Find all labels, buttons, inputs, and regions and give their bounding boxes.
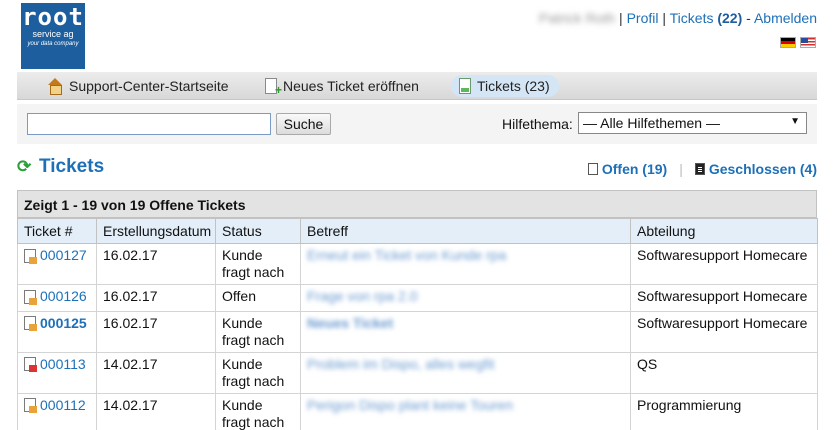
tickets-count: (22) [717,10,743,26]
ticket-alert-icon [24,357,37,372]
search-bar: Suche Hilfethema: — Alle Hilfethemen — ▼ [17,104,817,144]
ticket-department: QS [630,351,818,394]
table-row: 000125 16.02.17 Kunde fragt nach Neues T… [17,310,818,353]
ticket-link[interactable]: 000112 [24,397,86,414]
ticket-subject[interactable]: Neues Ticket [307,315,393,332]
new-ticket-icon [265,78,282,97]
column-header-created-date[interactable]: Erstellungsdatum [96,218,216,244]
ticket-number: 000127 [40,247,87,263]
tab-new-ticket[interactable]: Neues Ticket eröffnen [257,75,428,97]
page-title: Tickets [39,156,105,177]
nav-dash: - [746,10,751,26]
ticket-number: 000126 [40,288,87,304]
ticket-link[interactable]: 000113 [24,356,86,373]
ticket-link[interactable]: 000127 [24,247,87,264]
tickets-table: Zeigt 1 - 19 von 19 Offene Tickets Ticke… [17,190,818,430]
logo-text: root [22,3,84,31]
profile-link[interactable]: Profil [627,10,659,26]
search-button[interactable]: Suche [276,113,331,135]
document-icon [587,163,598,175]
ticket-number: 000125 [40,314,87,331]
ticket-date: 16.02.17 [96,310,216,353]
open-tickets-label: Offen (19) [601,161,668,177]
closed-tickets-label: Geschlossen (4) [708,161,817,177]
user-nav: Patrick Roth | Profil | Tickets (22) - A… [539,10,817,26]
ticket-icon [24,398,37,413]
closed-tickets-link[interactable]: Geschlossen (4) [694,161,817,177]
logo-tagline: your data company [27,41,79,47]
ticket-subject[interactable]: Problem im Dispo, alles wegfit [307,356,495,373]
ticket-date: 16.02.17 [96,284,216,312]
ticket-status-filter: Offen (19) | Geschlossen (4) [587,161,817,177]
refresh-icon[interactable]: ⟳ [17,157,35,177]
tab-label: Support-Center-Startseite [69,78,229,94]
tab-tickets[interactable]: Tickets (23) [451,75,559,97]
column-header-subject[interactable]: Betreff [300,218,631,244]
nav-separator: | [619,10,623,26]
ticket-icon [24,289,37,305]
ticket-status: Kunde fragt nach [215,351,301,394]
ticket-department: Softwaresupport Homecare [630,243,818,285]
tab-label: Neues Ticket eröffnen [283,78,419,94]
column-header-status[interactable]: Status [215,218,301,244]
ticket-department: Softwaresupport Homecare [630,284,818,312]
ticket-link[interactable]: 000126 [24,288,87,305]
search-input[interactable] [27,113,271,135]
ticket-department: Softwaresupport Homecare [630,310,818,353]
table-row: 000126 16.02.17 Offen Frage von rpa 2.0 … [17,284,818,312]
ticket-subject[interactable]: Frage von rpa 2.0 [307,288,418,305]
ticket-number: 000112 [40,396,86,413]
ticket-number: 000113 [40,355,86,372]
ticket-subject[interactable]: Perigon Dispo plant keine Touren [307,397,513,414]
column-header-ticket-number[interactable]: Ticket # [17,218,97,244]
tab-label: Tickets (23) [477,78,550,94]
ticket-status: Kunde fragt nach [215,310,301,353]
ticket-icon [24,248,37,264]
help-topic-label: Hilfethema: [502,116,573,132]
language-flags [780,37,816,48]
tickets-link[interactable]: Tickets (22) [670,10,743,26]
table-caption: Zeigt 1 - 19 von 19 Offene Tickets [17,190,817,218]
ticket-date: 14.02.17 [96,392,216,430]
tickets-link-label: Tickets [669,10,714,26]
table-row: 000112 14.02.17 Kunde fragt nach Perigon… [17,392,818,430]
nav-separator: | [662,10,666,26]
table-row: 000127 16.02.17 Kunde fragt nach Erneut … [17,243,818,285]
ticket-status: Kunde fragt nach [215,392,301,430]
column-header-department[interactable]: Abteilung [630,218,818,244]
dropdown-arrow-icon: ▼ [790,116,800,127]
tab-support-home[interactable]: Support-Center-Startseite [39,75,238,97]
main-nav: Support-Center-Startseite Neues Ticket e… [17,72,817,100]
logout-link[interactable]: Abmelden [754,10,817,26]
ticket-subject[interactable]: Erneut ein Ticket von Kunde rpa [307,247,506,264]
ticket-department: Programmierung [630,392,818,430]
english-flag-icon[interactable] [800,37,816,48]
table-row: 000113 14.02.17 Kunde fragt nach Problem… [17,351,818,394]
open-tickets-link[interactable]: Offen (19) [587,161,668,177]
ticket-status: Kunde fragt nach [215,243,301,285]
ticket-icon [24,316,37,331]
company-logo[interactable]: root service ag your data company [21,3,85,69]
help-topic-value: — Alle Hilfethemen — [583,115,720,131]
table-header-row: Ticket # Erstellungsdatum Status Betreff… [17,218,818,244]
user-name: Patrick Roth [538,10,616,26]
ticket-status: Offen [215,284,301,312]
page-header: ⟳ Tickets [17,156,104,178]
german-flag-icon[interactable] [780,37,796,48]
tickets-icon [459,78,471,94]
help-topic-select[interactable]: — Alle Hilfethemen — ▼ [578,112,807,134]
document-filled-icon [694,163,705,175]
home-icon [47,78,63,95]
ticket-date: 16.02.17 [96,243,216,285]
ticket-link[interactable]: 000125 [24,315,87,332]
filter-divider: | [679,161,683,177]
ticket-date: 14.02.17 [96,351,216,394]
